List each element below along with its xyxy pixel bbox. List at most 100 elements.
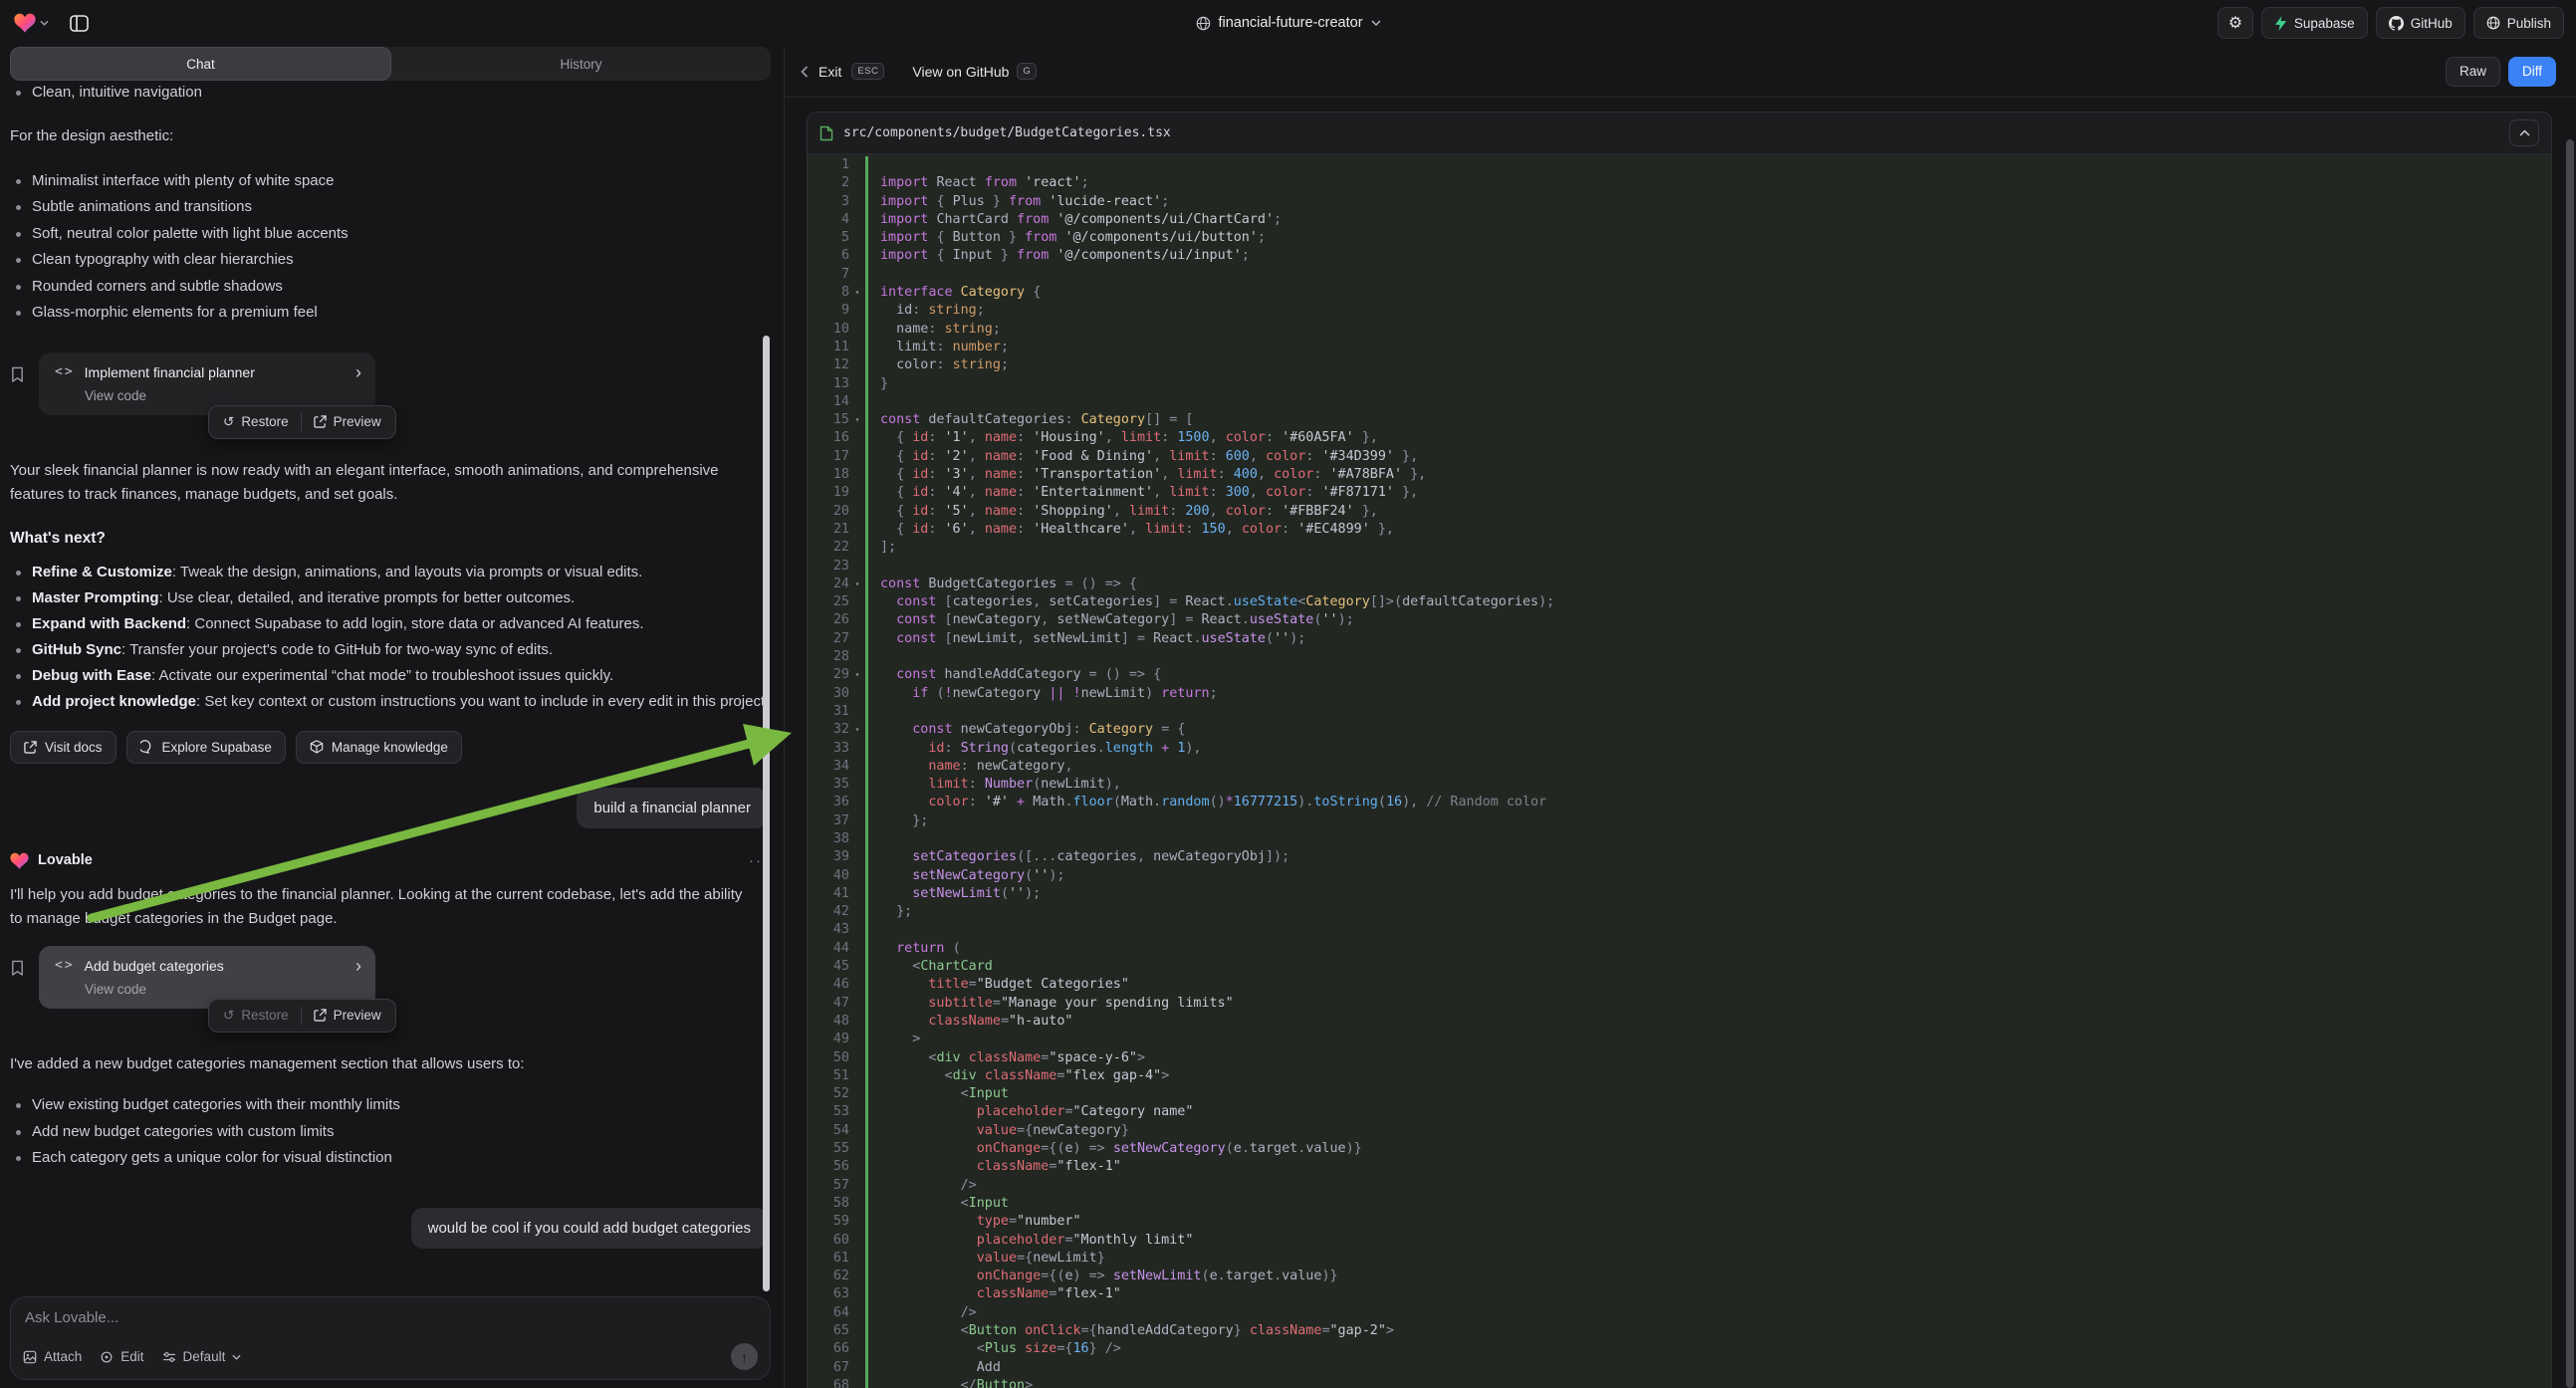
bookmark-icon[interactable] [10,960,25,977]
code-line: 27 const [newLimit, setNewLimit] = React… [808,630,2551,648]
line-number: 56 [808,1158,849,1176]
publish-button[interactable]: Publish [2473,7,2564,39]
code-line: 18 { id: '3', name: 'Transportation', li… [808,466,2551,484]
edit-button[interactable]: Edit [100,1349,143,1364]
line-number: 67 [808,1359,849,1377]
line-number: 9 [808,302,849,320]
exit-button[interactable]: Exit [819,64,841,80]
code-line: 42 }; [808,903,2551,921]
line-number: 52 [808,1085,849,1103]
fold-gutter [849,1140,865,1158]
window-scrollbar[interactable] [2566,139,2574,1388]
external-link-icon [314,415,327,428]
line-number: 18 [808,466,849,484]
code-line: 38 [808,830,2551,848]
arrow-up-icon: ↑ [741,1349,748,1365]
explore-supabase-button[interactable]: Explore Supabase [126,731,286,764]
raw-button[interactable]: Raw [2446,57,2500,87]
view-code-link[interactable]: View code [85,982,361,997]
mode-selector[interactable]: Default [162,1349,242,1364]
version-card-title: Add budget categories [85,958,346,974]
line-number: 40 [808,867,849,885]
fold-gutter [849,995,865,1013]
file-header[interactable]: src/components/budget/BudgetCategories.t… [808,113,2551,154]
added-feature-list: View existing budget categories with the… [10,1092,770,1172]
attach-button[interactable]: Attach [23,1349,82,1364]
fold-gutter [849,1013,865,1031]
fold-gutter [849,1158,865,1176]
whats-next-heading: What's next? [10,530,106,548]
line-number: 12 [808,356,849,374]
fold-gutter [849,1250,865,1268]
fold-gutter [849,1049,865,1067]
line-number: 16 [808,429,849,447]
bookmark-icon[interactable] [10,366,25,383]
chat-bubble-icon [140,740,154,754]
code-line: 51 <div className="flex gap-4"> [808,1067,2551,1085]
fold-gutter [849,848,865,866]
restore-button[interactable]: ↺ Restore [211,406,301,438]
line-number: 43 [808,921,849,939]
tab-history[interactable]: History [391,47,771,81]
code-line: 3import { Plus } from 'lucide-react'; [808,193,2551,211]
restore-button[interactable]: ↺ Restore [211,1000,301,1032]
settings-button[interactable]: ⚙ [2218,7,2253,39]
code-line: 34 name: newCategory, [808,758,2551,776]
line-number: 63 [808,1285,849,1303]
lovable-logo-menu[interactable] [14,13,49,33]
line-number: 59 [808,1213,849,1231]
line-number: 1 [808,156,849,174]
preview-button[interactable]: Preview [302,406,393,438]
user-message: would be cool if you could add budget ca… [411,1208,768,1249]
sidebar-toggle-button[interactable] [63,8,95,38]
fold-gutter [849,1285,865,1303]
fold-gutter [849,1359,865,1377]
code-viewer-header: Exit ESC View on GitHub G Raw Diff [785,46,2576,98]
supabase-button[interactable]: Supabase [2261,7,2368,39]
github-button[interactable]: GitHub [2376,7,2465,39]
line-number: 61 [808,1250,849,1268]
lovable-heart-icon [14,13,36,33]
preview-button[interactable]: Preview [302,1000,393,1032]
line-number: 17 [808,448,849,466]
fold-chevron-icon[interactable]: ▾ [849,284,865,302]
visit-docs-button[interactable]: Visit docs [10,731,117,764]
gear-icon: ⚙ [2228,13,2242,33]
code-line: 4import ChartCard from '@/components/ui/… [808,211,2551,229]
panel-left-icon [70,15,89,32]
fold-chevron-icon[interactable]: ▾ [849,666,865,684]
collapse-file-button[interactable] [2509,119,2539,146]
chat-message-area: Clean, intuitive navigation For the desi… [0,80,784,1296]
assistant-paragraph: Your sleek financial planner is now read… [10,459,745,508]
view-code-link[interactable]: View code [85,388,361,403]
code-line: 9 id: string; [808,302,2551,320]
user-message: build a financial planner [577,788,768,828]
chat-input[interactable] [25,1309,609,1337]
added-feature-bullet: View existing budget categories with the… [10,1092,770,1119]
fold-gutter [849,1232,865,1250]
supabase-icon [2274,16,2287,31]
line-number: 23 [808,558,849,576]
fold-gutter [849,558,865,576]
restore-icon: ↺ [223,1008,234,1024]
tab-chat[interactable]: Chat [10,47,391,81]
code-line: 28 [808,648,2551,666]
fold-gutter [849,940,865,958]
code-line: 43 [808,921,2551,939]
chat-scrollbar[interactable] [763,336,770,1291]
fold-chevron-icon[interactable]: ▾ [849,411,865,429]
manage-knowledge-button[interactable]: Manage knowledge [296,731,462,764]
line-number: 68 [808,1377,849,1388]
code-line: 14 [808,393,2551,411]
line-number: 31 [808,703,849,721]
chevron-left-icon [801,66,809,78]
view-on-github-button[interactable]: View on GitHub [912,64,1009,80]
code-line: 45 <ChartCard [808,958,2551,976]
diff-button[interactable]: Diff [2508,57,2556,87]
project-selector[interactable]: financial-future-creator [1195,0,1380,46]
fold-gutter [849,211,865,229]
project-name: financial-future-creator [1218,15,1362,31]
fold-chevron-icon[interactable]: ▾ [849,721,865,739]
fold-chevron-icon[interactable]: ▾ [849,576,865,593]
send-button[interactable]: ↑ [731,1343,758,1370]
